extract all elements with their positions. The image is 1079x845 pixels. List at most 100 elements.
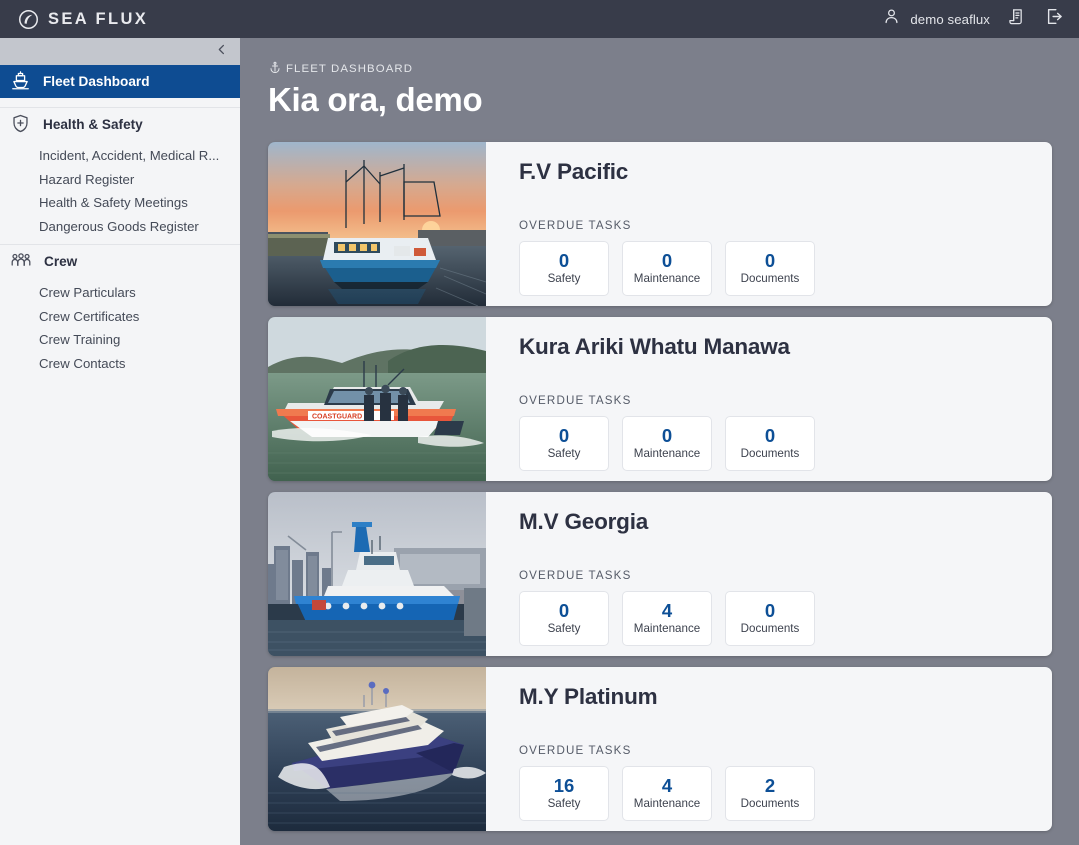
stat-safety[interactable]: 0 Safety [519, 590, 609, 646]
sidebar-item-fleet-dashboard[interactable]: Fleet Dashboard [0, 65, 240, 98]
overdue-stats: 16 Safety 4 Maintenance 2 Documents [519, 765, 1052, 821]
nav-group-fleet: Fleet Dashboard [0, 65, 240, 108]
main-content: FLEET DASHBOARD Kia ora, demo F.V Pacifi… [240, 38, 1079, 845]
wave-circle-logo-icon [18, 9, 39, 30]
vessel-name: F.V Pacific [519, 159, 629, 184]
stat-documents[interactable]: 2 Documents [725, 765, 815, 821]
overdue-tasks-label: OVERDUE TASKS [519, 393, 632, 407]
logout-icon[interactable] [1044, 6, 1065, 32]
brand-name: SEA FLUX [48, 9, 149, 28]
stat-value: 0 [661, 425, 673, 447]
stat-value: 0 [558, 425, 570, 447]
top-bar-actions: demo seaflux [882, 6, 1079, 32]
page-title: Kia ora, demo [268, 81, 483, 118]
stat-label: Maintenance [633, 621, 701, 635]
crew-people-icon [10, 249, 32, 274]
coastguard-rescue-boat-photo: COASTGUARD [268, 317, 486, 481]
stat-value: 0 [558, 600, 570, 622]
sidebar-subitem-hazard-register[interactable]: Hazard Register [0, 168, 240, 192]
fishing-trawler-sunset-photo [268, 142, 486, 306]
stat-safety[interactable]: 0 Safety [519, 240, 609, 296]
sidebar-item-crew[interactable]: Crew [0, 245, 240, 278]
stat-documents[interactable]: 0 Documents [725, 415, 815, 471]
vessel-name: Kura Ariki Whatu Manawa [519, 334, 790, 359]
sidebar-item-label: Crew [44, 253, 78, 269]
stat-value: 16 [553, 775, 575, 797]
sidebar-item-health-safety[interactable]: Health & Safety [0, 108, 240, 141]
sidebar-subitem-crew-particulars[interactable]: Crew Particulars [0, 281, 240, 305]
stat-maintenance[interactable]: 4 Maintenance [622, 765, 712, 821]
stat-label: Documents [740, 271, 800, 285]
vessel-card-body: M.Y Platinum OVERDUE TASKS 16 Safety 4 M… [486, 667, 1052, 831]
stat-maintenance[interactable]: 0 Maintenance [622, 415, 712, 471]
user-icon [882, 7, 901, 31]
shield-health-icon [10, 113, 31, 137]
sidebar-subitem-crew-training[interactable]: Crew Training [0, 328, 240, 352]
stat-safety[interactable]: 0 Safety [519, 415, 609, 471]
overdue-tasks-label: OVERDUE TASKS [519, 218, 632, 232]
vessel-card[interactable]: M.V Georgia OVERDUE TASKS 0 Safety 4 Mai… [268, 492, 1052, 656]
stat-maintenance[interactable]: 0 Maintenance [622, 240, 712, 296]
ship-icon [10, 70, 31, 94]
stat-value: 0 [764, 600, 776, 622]
stat-safety[interactable]: 16 Safety [519, 765, 609, 821]
document-report-icon[interactable] [1007, 7, 1027, 32]
stat-label: Documents [740, 446, 800, 460]
brand-logo[interactable]: SEA FLUX [0, 9, 148, 30]
stat-value: 0 [764, 425, 776, 447]
stat-value: 2 [764, 775, 776, 797]
user-menu[interactable]: demo seaflux [882, 7, 990, 31]
stat-label: Maintenance [633, 271, 701, 285]
sidebar-subitem-health-safety-meetings[interactable]: Health & Safety Meetings [0, 191, 240, 215]
vessel-card-body: M.V Georgia OVERDUE TASKS 0 Safety 4 Mai… [486, 492, 1052, 656]
overdue-tasks-label: OVERDUE TASKS [519, 743, 632, 757]
vessel-name: M.V Georgia [519, 509, 649, 534]
sidebar: Fleet Dashboard Health & Safety Incident… [0, 38, 240, 845]
vessel-card-list: F.V Pacific OVERDUE TASKS 0 Safety 0 Mai… [240, 119, 1079, 831]
blue-tugboat-harbour-photo [268, 492, 486, 656]
sidebar-subitem-crew-certificates[interactable]: Crew Certificates [0, 305, 240, 329]
stat-value: 4 [661, 600, 673, 622]
stat-documents[interactable]: 0 Documents [725, 590, 815, 646]
stat-label: Maintenance [633, 446, 701, 460]
vessel-card[interactable]: COASTGUARD Kura Ariki Whatu Manawa OVERD… [268, 317, 1052, 481]
stat-label: Documents [740, 621, 800, 635]
stat-label: Maintenance [633, 796, 701, 810]
overdue-stats: 0 Safety 0 Maintenance 0 Documents [519, 240, 1052, 296]
overdue-stats: 0 Safety 4 Maintenance 0 Documents [519, 590, 1052, 646]
stat-value: 4 [661, 775, 673, 797]
stat-value: 0 [558, 250, 570, 272]
anchor-icon [269, 61, 281, 76]
breadcrumb-label: FLEET DASHBOARD [286, 62, 414, 75]
chevron-left-icon [214, 42, 229, 62]
nav-group-crew: Crew Crew Particulars Crew Certificates … [0, 245, 240, 381]
vessel-card-body: F.V Pacific OVERDUE TASKS 0 Safety 0 Mai… [486, 142, 1052, 306]
stat-maintenance[interactable]: 4 Maintenance [622, 590, 712, 646]
stat-label: Safety [547, 271, 581, 285]
overdue-tasks-label: OVERDUE TASKS [519, 568, 632, 582]
vessel-card-body: Kura Ariki Whatu Manawa OVERDUE TASKS 0 … [486, 317, 1052, 481]
sidebar-subitem-incident-register[interactable]: Incident, Accident, Medical R... [0, 144, 240, 168]
stat-value: 0 [661, 250, 673, 272]
nav-group-health-safety: Health & Safety Incident, Accident, Medi… [0, 108, 240, 245]
stat-label: Safety [547, 796, 581, 810]
breadcrumb: FLEET DASHBOARD [240, 38, 1079, 76]
navy-superyacht-sea-photo [268, 667, 486, 831]
user-name: demo seaflux [910, 11, 990, 27]
vessel-name: M.Y Platinum [519, 684, 658, 709]
top-bar: SEA FLUX demo seaflux [0, 0, 1079, 38]
stat-documents[interactable]: 0 Documents [725, 240, 815, 296]
stat-value: 0 [764, 250, 776, 272]
sidebar-subitem-crew-contacts[interactable]: Crew Contacts [0, 352, 240, 376]
svg-text:COASTGUARD: COASTGUARD [312, 414, 362, 421]
sidebar-subitem-dangerous-goods-register[interactable]: Dangerous Goods Register [0, 215, 240, 239]
stat-label: Safety [547, 446, 581, 460]
sidebar-collapse-button[interactable] [0, 38, 240, 65]
sidebar-item-label: Health & Safety [43, 116, 143, 132]
overdue-stats: 0 Safety 0 Maintenance 0 Documents [519, 415, 1052, 471]
stat-label: Safety [547, 621, 581, 635]
vessel-card[interactable]: M.Y Platinum OVERDUE TASKS 16 Safety 4 M… [268, 667, 1052, 831]
sidebar-item-label: Fleet Dashboard [43, 73, 150, 89]
stat-label: Documents [740, 796, 800, 810]
vessel-card[interactable]: F.V Pacific OVERDUE TASKS 0 Safety 0 Mai… [268, 142, 1052, 306]
